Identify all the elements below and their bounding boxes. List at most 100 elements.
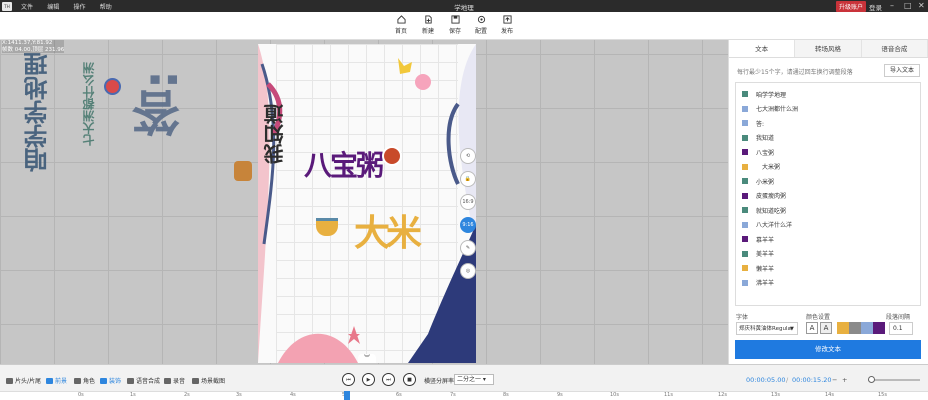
login-button[interactable]: 登录 [869,2,882,12]
screenshot-button[interactable]: 场景截图 [192,376,225,385]
color-swatch-gray[interactable] [849,322,861,334]
zoom-slider[interactable] [868,379,920,381]
intro-outro-button[interactable]: 片头/片尾 [6,376,41,385]
editor-canvas[interactable]: X:1411.37,Y:81.92 帧数 04.00,顶层 231.96 咱学学… [0,40,728,364]
list-item[interactable]: 答: [742,117,764,129]
upgrade-button[interactable]: 升级账户 [836,1,867,12]
ruler-tick: 6s [396,392,402,398]
text-list[interactable]: 咱学学地理 七大洲都什么洲 答: 我知道 八宝粥 大米粥 小米粥 皮蛋瘦肉粥 就… [735,82,921,306]
rotate-tool[interactable]: ⟲ [460,148,476,164]
tab-transition[interactable]: 转场风格 [795,40,862,57]
list-item[interactable]: 八大洋什么洋 [742,219,792,231]
timeline-ruler[interactable]: 0s 1s 2s 3s 4s 5s 6s 7s 8s 9s 10s 11s 12… [0,391,928,400]
color-swatch [742,221,748,228]
minimize-icon[interactable]: – [890,0,894,12]
list-item[interactable]: 懒羊羊 [742,262,774,274]
list-item[interactable]: 美羊羊 [742,248,774,260]
home-button[interactable]: 首页 [390,15,412,35]
text-color-button[interactable]: A [806,322,818,334]
list-item[interactable]: 我知道 [742,132,774,144]
role-button[interactable]: 角色 [74,376,95,385]
ruler-tick: 10s [610,392,619,398]
spacing-stepper[interactable]: 0.1 [889,322,913,335]
ratio-9-16-tool[interactable]: 9:16 [460,217,476,233]
publish-button[interactable]: 发布 [496,15,518,35]
split-ratio-select[interactable]: 二分之一 ▾ [454,374,494,385]
food-sticker-1[interactable] [382,146,402,166]
ruler-tick: 9s [557,392,563,398]
video-stage[interactable]: 我知道 八宝粥 大米 ︾ [258,44,476,363]
decoration-button[interactable]: 装饰 [100,376,121,385]
menu-help[interactable]: 帮助 [100,4,112,11]
menu-edit[interactable]: 编辑 [47,4,59,11]
character-sticker[interactable] [234,161,252,181]
globe-sticker[interactable] [104,78,121,95]
list-item[interactable]: 慕羊羊 [742,233,774,245]
color-swatch [742,91,748,97]
ruler-tick: 11s [664,392,673,398]
config-button[interactable]: 配置 [470,15,492,35]
play-icon[interactable]: ▶ [362,373,375,386]
list-item[interactable]: 八宝粥 [742,146,774,158]
modify-text-button[interactable]: 修改文本 [735,340,921,359]
close-icon[interactable]: ✕ [918,0,925,12]
list-item[interactable]: 沸羊羊 [742,277,774,289]
tab-voice[interactable]: 语音合成 [861,40,928,57]
split-ratio-label: 横竖分屏率 [424,378,455,385]
color-swatch [742,236,748,242]
ratio-16-9-tool[interactable]: 16:9 [460,194,476,210]
bowl-sticker[interactable] [316,218,338,236]
zoom-out-icon[interactable]: − [832,376,837,384]
menu-file[interactable]: 文件 [21,4,33,11]
list-item[interactable]: 皮蛋瘦肉粥 [742,190,786,202]
list-item[interactable]: 就知道吃粥 [742,204,786,216]
voice-icon [127,377,134,384]
stage-text-line2[interactable]: 大米 [354,204,422,256]
color-swatch [742,207,748,213]
next-frame-icon[interactable]: ⏭ [382,373,395,386]
list-item[interactable]: 咱学学地理 [742,88,786,100]
playhead[interactable] [344,391,350,400]
import-text-button[interactable]: 导入文本 [884,64,920,77]
color-swatch-yellow[interactable] [837,322,849,334]
new-button[interactable]: 新建 [417,15,439,35]
ghost-text-answer[interactable]: 答: [126,70,196,137]
prev-frame-icon[interactable]: ⏮ [342,373,355,386]
color-swatch-blue[interactable] [861,322,873,334]
tab-text[interactable]: 文本 [729,40,796,57]
ghost-text-question[interactable]: 七大洲都什么洲 [80,62,97,146]
film-icon [6,377,13,384]
stage-text-vertical[interactable]: 我知道 [260,104,289,164]
list-item[interactable]: 七大洲都什么洲 [742,103,798,115]
zoom-in-icon[interactable]: + [842,376,847,384]
stage-collapse-handle[interactable]: ︾ [358,354,376,363]
color-swatch [742,163,748,170]
color-swatch [742,192,748,199]
maximize-icon[interactable]: □ [904,0,912,12]
target-tool[interactable]: ◎ [460,263,476,279]
save-button[interactable]: 保存 [444,15,466,35]
stop-icon[interactable]: ■ [403,373,416,386]
stage-text-line1[interactable]: 八宝粥 [304,144,384,184]
app-logo: TH [2,1,12,11]
zoom-slider-handle[interactable] [868,376,875,383]
menu-operate[interactable]: 操作 [74,4,86,11]
home-label: 首页 [394,28,407,35]
menu-bar: 文件 编辑 操作 帮助 [15,2,118,11]
font-select[interactable]: 郑庆科黄油体Regular [736,322,798,335]
ghost-text-title[interactable]: 咱学学地理 [20,52,55,172]
list-item[interactable]: 小米粥 [742,175,774,187]
ruler-tick: 12s [718,392,727,398]
foreground-button[interactable]: 前景 [46,376,67,385]
time-separator: / [786,376,789,384]
edit-tool[interactable]: ✎ [460,240,476,256]
color-swatch-purple[interactable] [873,322,885,334]
window-title: 学地理 [454,4,474,12]
voice-synthesis-button[interactable]: 语音合成 [127,376,160,385]
list-item[interactable]: 大米粥 [742,161,780,173]
lock-tool[interactable]: 🔒 [460,171,476,187]
publish-icon [502,15,512,24]
outline-color-button[interactable]: A [820,322,832,334]
record-button[interactable]: 录音 [164,376,185,385]
ruler-tick: 4s [290,392,296,398]
